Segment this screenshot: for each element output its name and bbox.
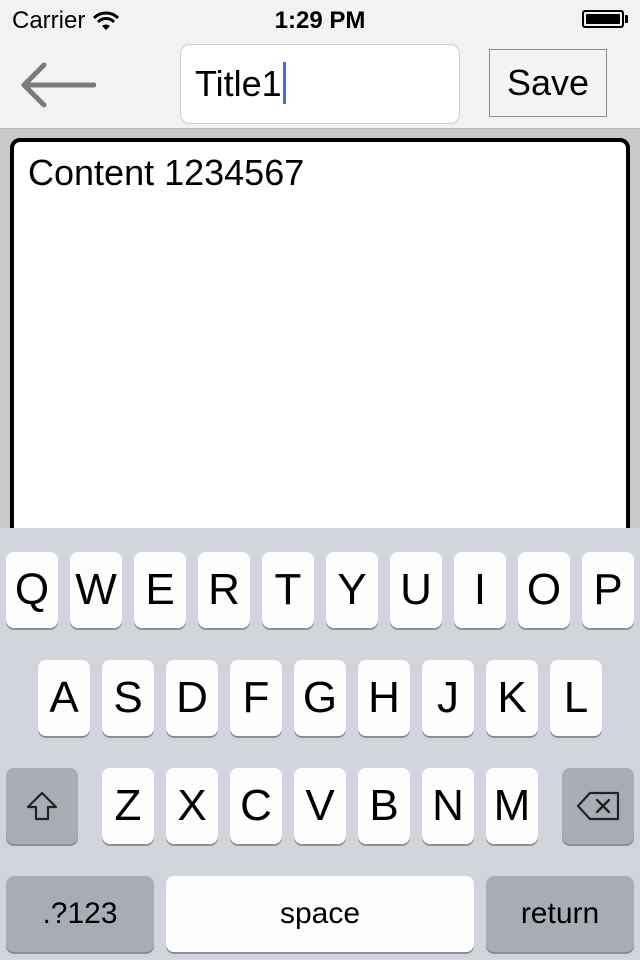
key-v[interactable]: V [294, 768, 346, 844]
key-r[interactable]: R [198, 552, 250, 628]
delete-key[interactable] [562, 768, 634, 844]
key-o[interactable]: O [518, 552, 570, 628]
key-u[interactable]: U [390, 552, 442, 628]
key-k[interactable]: K [486, 660, 538, 736]
return-key[interactable]: return [486, 876, 634, 952]
key-z[interactable]: Z [102, 768, 154, 844]
battery-icon [582, 10, 628, 28]
key-a[interactable]: A [38, 660, 90, 736]
delete-backspace-icon [576, 791, 620, 821]
key-b[interactable]: B [358, 768, 410, 844]
key-d[interactable]: D [166, 660, 218, 736]
space-key[interactable]: space [166, 876, 474, 952]
key-q[interactable]: Q [6, 552, 58, 628]
key-t[interactable]: T [262, 552, 314, 628]
key-h[interactable]: H [358, 660, 410, 736]
key-g[interactable]: G [294, 660, 346, 736]
status-time: 1:29 PM [274, 7, 366, 34]
key-l[interactable]: L [550, 660, 602, 736]
content-text: Content 1234567 [28, 152, 305, 193]
key-y[interactable]: Y [326, 552, 378, 628]
key-j[interactable]: J [422, 660, 474, 736]
title-input-value: Title1 [195, 63, 282, 104]
text-caret [282, 62, 286, 105]
key-n[interactable]: N [422, 768, 474, 844]
key-e[interactable]: E [134, 552, 186, 628]
content-text-view[interactable]: Content 1234567 [10, 138, 630, 558]
shift-icon [26, 791, 58, 821]
key-x[interactable]: X [166, 768, 218, 844]
title-input[interactable]: Title1 [180, 44, 460, 124]
shift-key[interactable] [6, 768, 78, 844]
key-w[interactable]: W [70, 552, 122, 628]
key-f[interactable]: F [230, 660, 282, 736]
keyboard: Q W E R T Y U I O P A S D F G H J K L Z … [0, 528, 640, 960]
back-arrow-icon[interactable] [18, 60, 96, 110]
status-bar: Carrier 1:29 PM [0, 0, 640, 40]
key-c[interactable]: C [230, 768, 282, 844]
key-p[interactable]: P [582, 552, 634, 628]
navigation-bar: Title1 Save [0, 40, 640, 129]
key-s[interactable]: S [102, 660, 154, 736]
save-button[interactable]: Save [489, 49, 607, 117]
numbers-key[interactable]: .?123 [6, 876, 154, 952]
key-i[interactable]: I [454, 552, 506, 628]
key-m[interactable]: M [486, 768, 538, 844]
